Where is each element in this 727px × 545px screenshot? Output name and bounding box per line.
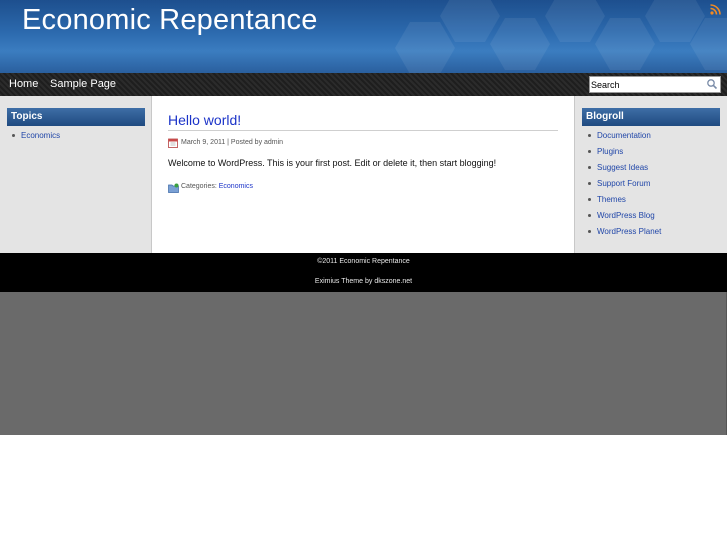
topic-item-economics[interactable]: Economics	[9, 131, 60, 147]
content-area: Topics Economics Hello world! March 9, 2…	[0, 96, 727, 253]
search-box	[589, 76, 721, 93]
post-title[interactable]: Hello world!	[168, 112, 241, 128]
left-sidebar: Topics Economics	[0, 96, 152, 253]
nav-bar: Home Sample Page	[0, 73, 727, 96]
site-header: Economic Repentance	[0, 0, 727, 73]
folder-icon	[168, 183, 179, 193]
blogroll-list: Documentation Plugins Suggest Ideas Supp…	[585, 131, 661, 243]
page: Economic Repentance Home Sample Page Top…	[0, 0, 727, 435]
nav-item-sample-page[interactable]: Sample Page	[50, 78, 116, 90]
footer-credit[interactable]: Eximius Theme by dkszone.net	[0, 278, 727, 285]
blogroll-item-documentation[interactable]: Documentation	[585, 131, 661, 147]
site-title[interactable]: Economic Repentance	[22, 4, 318, 37]
search-icon[interactable]	[706, 78, 718, 90]
category-link-economics[interactable]: Economics	[219, 183, 253, 190]
main-content: Hello world! March 9, 2011 | Posted by a…	[153, 96, 574, 253]
calendar-icon	[168, 138, 178, 148]
widget-title-blogroll: Blogroll	[582, 108, 720, 126]
blogroll-item-plugins[interactable]: Plugins	[585, 147, 661, 163]
nav-item-home[interactable]: Home	[9, 78, 38, 90]
blogroll-item-themes[interactable]: Themes	[585, 195, 661, 211]
blogroll-item-suggest-ideas[interactable]: Suggest Ideas	[585, 163, 661, 179]
blogroll-item-support-forum[interactable]: Support Forum	[585, 179, 661, 195]
categories-label: Categories:	[181, 183, 217, 190]
post-body: Welcome to WordPress. This is your first…	[168, 158, 497, 168]
footer-copyright: ©2011 Economic Repentance	[317, 258, 410, 265]
post-meta: March 9, 2011 | Posted by admin	[181, 139, 284, 146]
blogroll-item-wordpress-blog[interactable]: WordPress Blog	[585, 211, 661, 227]
site-footer: ©2011 Economic Repentance Eximius Theme …	[0, 253, 727, 292]
right-sidebar: Blogroll Documentation Plugins Suggest I…	[574, 96, 727, 253]
search-input[interactable]	[591, 78, 701, 91]
post-divider	[168, 130, 558, 131]
blogroll-item-wordpress-planet[interactable]: WordPress Planet	[585, 227, 661, 243]
rss-icon[interactable]	[710, 4, 721, 15]
post-categories: Categories: Economics	[181, 183, 253, 190]
widget-title-topics: Topics	[7, 108, 145, 126]
topics-list: Economics	[9, 131, 60, 147]
